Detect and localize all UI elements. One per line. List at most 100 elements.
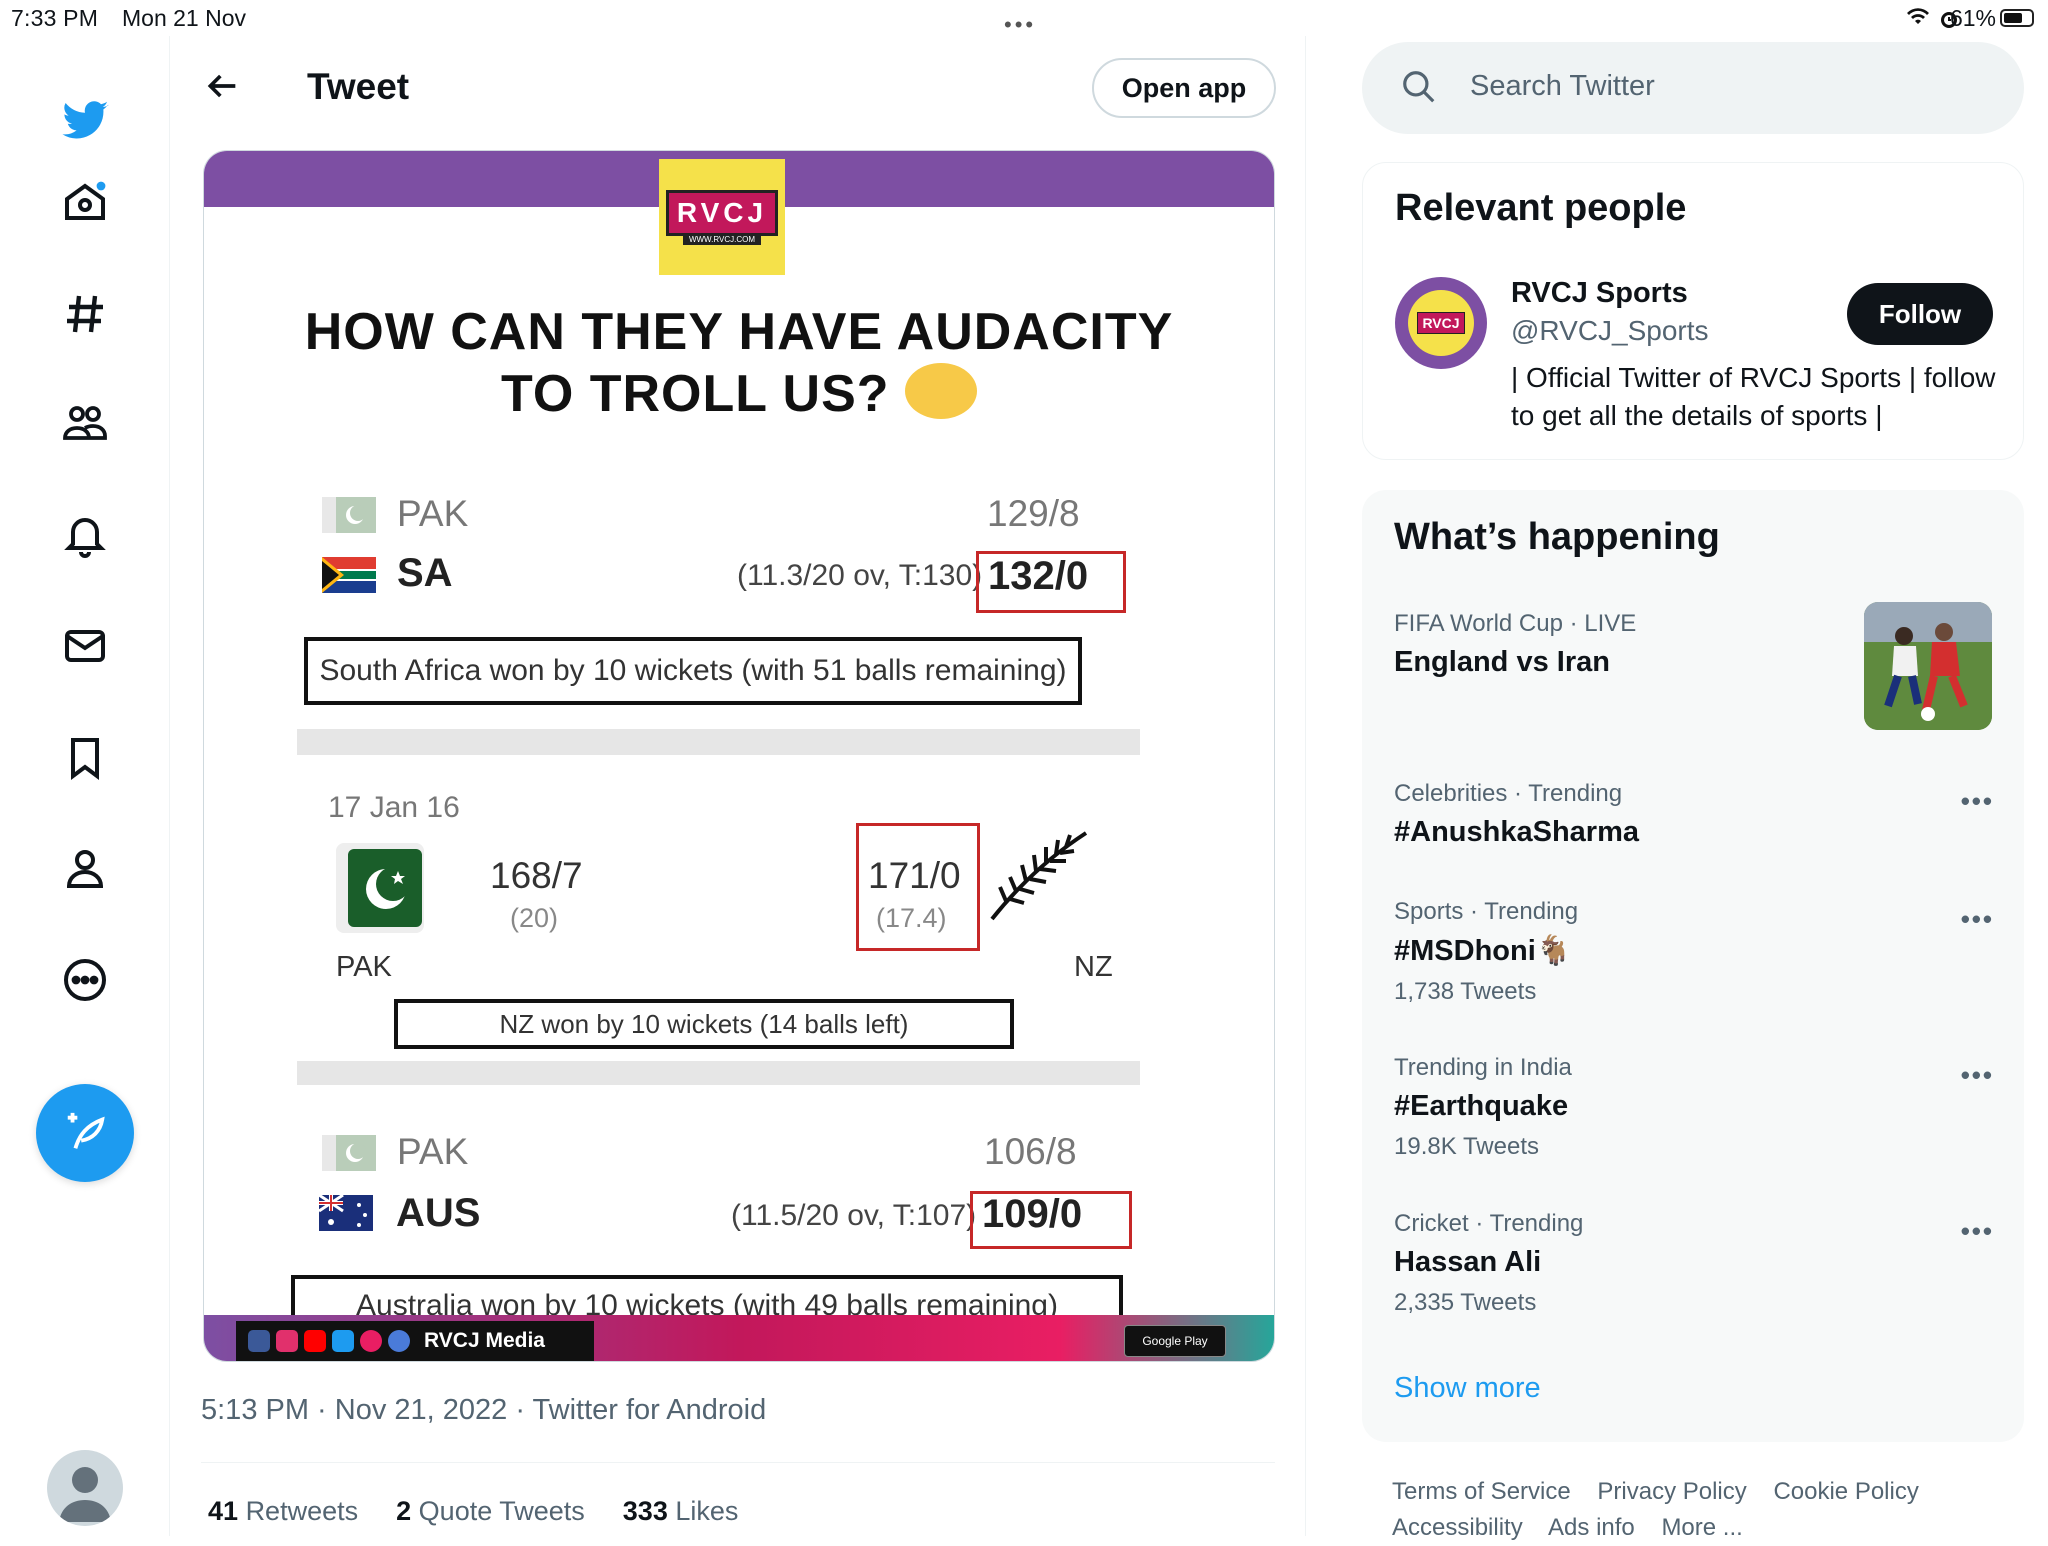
tweet-metadata: 5:13 PM · Nov 21, 2022 · Twitter for And… xyxy=(201,1394,767,1426)
wifi-icon xyxy=(1906,8,1930,32)
south-africa-flag-icon xyxy=(322,557,376,593)
communities-icon[interactable] xyxy=(55,394,115,454)
more-dots-icon[interactable]: ••• xyxy=(1961,1060,1994,1091)
match1-result: South Africa won by 10 wickets (with 51 … xyxy=(304,637,1082,705)
compose-tweet-button[interactable] xyxy=(36,1084,134,1182)
search-icon xyxy=(1403,71,1435,103)
left-navigation xyxy=(0,36,170,1536)
instagram-icon xyxy=(276,1330,298,1352)
likes-stat[interactable]: 333 Likes xyxy=(623,1496,739,1527)
explore-hashtag-icon[interactable] xyxy=(55,284,115,344)
status-time: 7:33 PM xyxy=(11,5,99,31)
match1-score1: 129/8 xyxy=(987,493,1080,534)
australia-flag-icon xyxy=(319,1195,373,1231)
feather-plus-icon xyxy=(67,1112,105,1149)
match2-team1: PAK xyxy=(336,951,392,983)
twitter-logo-icon[interactable] xyxy=(55,90,115,150)
pakistan-flag-icon xyxy=(322,497,376,533)
match1-detail: (11.3/20 ov, T:130) xyxy=(737,559,983,592)
image-headline: HOW CAN THEY HAVE AUDACITY TO TROLL US? xyxy=(204,301,1274,425)
back-arrow-icon[interactable] xyxy=(202,66,242,106)
profile-person-icon[interactable] xyxy=(55,838,115,898)
match1-team2: SA xyxy=(397,551,453,595)
match3-score2: 109/0 xyxy=(982,1192,1083,1236)
trend-item[interactable]: Cricket · Trending Hassan Ali 2,335 Twee… xyxy=(1394,1210,1994,1317)
match1-team1: PAK xyxy=(397,493,469,534)
match2-date: 17 Jan 16 xyxy=(328,791,460,824)
match2-result: NZ won by 10 wickets (14 balls left) xyxy=(394,999,1014,1049)
notifications-bell-icon[interactable] xyxy=(55,506,115,566)
person-handle[interactable]: @RVCJ_Sports xyxy=(1511,315,1709,347)
relevant-people-card: Relevant people RVCJ RVCJ Sports @RVCJ_S… xyxy=(1362,162,2024,460)
person-bio: | Official Twitter of RVCJ Sports | foll… xyxy=(1511,362,1996,431)
whats-happening-card: What’s happening FIFA World Cup · LIVE E… xyxy=(1362,490,2024,1442)
retweets-stat[interactable]: 41 Retweets xyxy=(208,1496,358,1527)
account-avatar[interactable] xyxy=(47,1450,123,1526)
headline-line-2: TO TROLL US? xyxy=(501,365,890,423)
accessibility-link[interactable]: Accessibility xyxy=(1392,1514,1523,1541)
follow-button[interactable]: Follow xyxy=(1847,283,1993,345)
cookie-link[interactable]: Cookie Policy xyxy=(1773,1478,1918,1505)
more-dots-icon[interactable]: ••• xyxy=(1961,786,1994,817)
youtube-icon xyxy=(304,1330,326,1352)
more-dots-icon[interactable]: ••• xyxy=(1961,904,1994,935)
search-placeholder: Search Twitter xyxy=(1470,70,1655,102)
twitter-icon xyxy=(332,1330,354,1352)
trend-thumbnail-image[interactable] xyxy=(1864,602,1992,730)
relevant-people-title: Relevant people xyxy=(1395,187,1687,229)
person-name[interactable]: RVCJ Sports xyxy=(1511,277,1688,310)
multitask-dots[interactable]: ••• xyxy=(1004,12,1036,38)
quote-tweets-stat[interactable]: 2 Quote Tweets xyxy=(396,1496,585,1527)
match2-team2: NZ xyxy=(1074,951,1113,983)
tweet-detail-column: Tweet Open app RVCJ WWW.RVCJ.COM HOW CAN… xyxy=(170,36,1306,1536)
pakistan-flag-icon xyxy=(336,843,424,933)
trend-item[interactable]: Trending in India #Earthquake 19.8K Twee… xyxy=(1394,1054,1994,1161)
bookmarks-icon[interactable] xyxy=(55,728,115,788)
whats-happening-title: What’s happening xyxy=(1394,516,1720,558)
privacy-link[interactable]: Privacy Policy xyxy=(1597,1478,1746,1505)
ads-info-link[interactable]: Ads info xyxy=(1548,1514,1635,1541)
status-date: Mon 21 Nov xyxy=(122,5,247,31)
match3-score1: 106/8 xyxy=(984,1131,1077,1172)
show-more-link[interactable]: Show more xyxy=(1394,1372,1541,1405)
match1-score2: 132/0 xyxy=(988,554,1089,598)
search-input[interactable]: Search Twitter xyxy=(1362,42,2024,134)
footer-brand: RVCJ Media xyxy=(424,1329,545,1352)
social-handles-strip: RVCJ Media xyxy=(236,1321,594,1361)
rvcj-sports-avatar[interactable]: RVCJ xyxy=(1395,277,1487,369)
match3-detail: (11.5/20 ov, T:107) xyxy=(731,1199,977,1232)
facebook-icon xyxy=(248,1330,270,1352)
match2-overs2: (17.4) xyxy=(876,903,947,933)
more-link[interactable]: More ... xyxy=(1661,1514,1742,1541)
messages-envelope-icon[interactable] xyxy=(55,616,115,676)
more-options-circle-icon[interactable] xyxy=(55,950,115,1010)
battery-icon xyxy=(2000,9,2034,27)
match3-team2: AUS xyxy=(396,1191,481,1235)
trend-item[interactable]: Sports · Trending #MSDhoni🐐 1,738 Tweets xyxy=(1394,898,1994,1006)
rvcj-logo: RVCJ WWW.RVCJ.COM xyxy=(659,159,785,275)
page-title: Tweet xyxy=(307,66,410,107)
sharechat-icon xyxy=(360,1330,382,1352)
battery-percent: 61% xyxy=(1949,5,1996,31)
google-play-badge: Google Play xyxy=(1124,1325,1226,1357)
section-divider xyxy=(297,1061,1140,1085)
status-bar: 7:33 PM Mon 21 Nov ••• 61% xyxy=(0,0,2048,38)
match2-score1: 168/7 xyxy=(490,855,583,896)
pakistan-flag-icon xyxy=(322,1135,376,1171)
headline-line-1: HOW CAN THEY HAVE AUDACITY xyxy=(304,303,1174,361)
home-icon[interactable] xyxy=(55,172,115,232)
tweet-image[interactable]: RVCJ WWW.RVCJ.COM HOW CAN THEY HAVE AUDA… xyxy=(203,150,1275,1362)
open-app-button[interactable]: Open app xyxy=(1092,58,1276,118)
rvcj-logo-text: RVCJ xyxy=(665,189,779,236)
match2-score2: 171/0 xyxy=(868,855,961,896)
match3-team1: PAK xyxy=(397,1131,469,1172)
divider xyxy=(201,1462,1275,1463)
section-divider xyxy=(297,729,1140,755)
trend-item[interactable]: Celebrities · Trending #AnushkaSharma xyxy=(1394,780,1994,849)
match2-overs1: (20) xyxy=(510,903,559,933)
image-bottom-banner: RVCJ Media Google Play xyxy=(204,1315,1274,1361)
more-dots-icon[interactable]: ••• xyxy=(1961,1216,1994,1247)
laughing-emoji-icon xyxy=(904,363,977,420)
terms-link[interactable]: Terms of Service xyxy=(1392,1478,1571,1505)
tweet-stats: 41 Retweets 2 Quote Tweets 333 Likes xyxy=(208,1496,738,1527)
